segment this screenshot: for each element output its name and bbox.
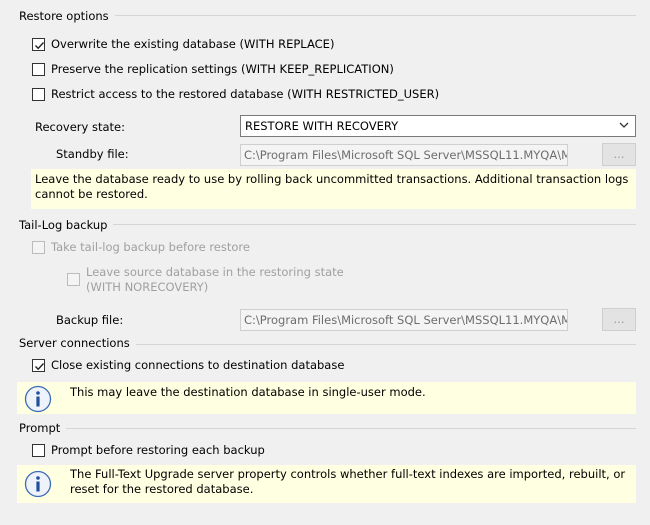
standby-file-input[interactable]: C:\Program Files\Microsoft SQL Server\MS… <box>240 144 568 166</box>
take-tail-log-checkbox[interactable] <box>32 241 45 254</box>
close-connections-checkbox[interactable] <box>32 359 45 372</box>
backup-browse-button[interactable]: ... <box>602 308 636 331</box>
take-tail-log-label[interactable]: Take tail-log backup before restore <box>51 240 250 254</box>
tail-log-divider <box>108 224 636 225</box>
tail-log-title: Tail-Log backup <box>19 218 114 232</box>
leave-norecovery-label-line1[interactable]: Leave source database in the restoring s… <box>86 265 344 279</box>
restore-options-divider <box>100 15 636 16</box>
restricted-user-label[interactable]: Restrict access to the restored database… <box>51 87 439 101</box>
info-icon <box>24 385 52 413</box>
leave-norecovery-label-line2[interactable]: (WITH NORECOVERY) <box>86 280 208 294</box>
server-connections-note: This may leave the destination database … <box>17 382 636 414</box>
close-connections-label[interactable]: Close existing connections to destinatio… <box>51 358 344 372</box>
standby-file-value: C:\Program Files\Microsoft SQL Server\MS… <box>244 148 568 162</box>
recovery-note: Leave the database ready to use by rolli… <box>31 169 636 209</box>
keep-replication-label[interactable]: Preserve the replication settings (WITH … <box>51 62 394 76</box>
restricted-user-checkbox[interactable] <box>32 88 45 101</box>
prompt-divider <box>64 428 636 429</box>
keep-replication-checkbox[interactable] <box>32 63 45 76</box>
checkmark-icon <box>35 363 45 371</box>
server-connections-title: Server connections <box>19 336 136 350</box>
overwrite-checkbox[interactable] <box>32 38 45 51</box>
prompt-each-label[interactable]: Prompt before restoring each backup <box>51 443 265 457</box>
recovery-state-dropdown[interactable]: RESTORE WITH RECOVERY <box>240 115 636 137</box>
restore-options-title: Restore options <box>19 9 115 23</box>
prompt-note: The Full-Text Upgrade server property co… <box>17 465 636 503</box>
prompt-note-text: The Full-Text Upgrade server property co… <box>70 467 626 496</box>
standby-browse-button[interactable]: ... <box>602 143 636 166</box>
server-connections-note-text: This may leave the destination database … <box>70 385 426 399</box>
recovery-state-value: RESTORE WITH RECOVERY <box>245 119 399 133</box>
server-connections-divider <box>124 344 636 345</box>
prompt-each-checkbox[interactable] <box>32 444 45 457</box>
overwrite-label[interactable]: Overwrite the existing database (WITH RE… <box>51 37 334 51</box>
info-icon <box>24 470 52 498</box>
standby-file-label: Standby file: <box>56 147 129 161</box>
prompt-title: Prompt <box>19 421 67 435</box>
backup-file-value: C:\Program Files\Microsoft SQL Server\MS… <box>244 313 568 327</box>
checkmark-icon <box>35 42 45 50</box>
recovery-state-label: Recovery state: <box>35 120 125 134</box>
backup-file-label: Backup file: <box>56 313 124 327</box>
recovery-note-text: Leave the database ready to use by rolli… <box>35 172 629 201</box>
leave-norecovery-checkbox[interactable] <box>67 273 80 286</box>
backup-file-input[interactable]: C:\Program Files\Microsoft SQL Server\MS… <box>240 309 568 331</box>
chevron-down-icon <box>619 122 629 128</box>
